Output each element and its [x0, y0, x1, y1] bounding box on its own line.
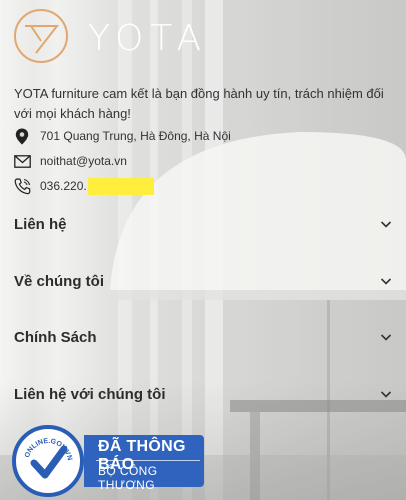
- accordion-ve-chung-toi[interactable]: Về chúng tôi: [14, 268, 392, 294]
- badge-line-2: BỘ CÔNG THƯƠNG: [98, 464, 158, 492]
- section-title: Về chúng tôi: [14, 272, 104, 290]
- location-pin-icon: [13, 127, 31, 145]
- section-title: Liên hệ với chúng tôi: [14, 385, 166, 403]
- brand-tagline: YOTA furniture cam kết là bạn đồng hành …: [14, 86, 384, 121]
- brand-logo[interactable]: YOTA: [12, 7, 209, 70]
- yota-monogram-icon: [12, 7, 70, 70]
- contact-phone[interactable]: 036.220.: [13, 177, 154, 195]
- brand-name: YOTA: [88, 17, 209, 59]
- bo-cong-thuong-badge[interactable]: ONLINE.GOV.VN ĐÃ THÔNG BÁO BỘ CÔNG THƯƠN…: [12, 425, 204, 497]
- phone-text: 036.220.: [40, 179, 87, 193]
- contact-email[interactable]: noithat@yota.vn: [13, 152, 127, 170]
- chevron-down-icon: [380, 334, 392, 341]
- chevron-down-icon: [380, 278, 392, 285]
- contact-address: 701 Quang Trung, Hà Đông, Hà Nội: [13, 127, 231, 145]
- accordion-lien-he[interactable]: Liên hệ: [14, 211, 392, 237]
- phone-icon: [13, 177, 31, 195]
- section-title: Liên hệ: [14, 215, 67, 233]
- chevron-down-icon: [380, 391, 392, 398]
- section-title: Chính Sách: [14, 328, 97, 346]
- mail-icon: [13, 152, 31, 170]
- chevron-down-icon: [380, 221, 392, 228]
- accordion-lien-he-voi-chung-toi[interactable]: Liên hệ với chúng tôi: [14, 381, 392, 407]
- email-text: noithat@yota.vn: [40, 154, 127, 168]
- checkmark-seal-icon: ONLINE.GOV.VN: [12, 425, 84, 497]
- phone-redaction: [87, 177, 154, 195]
- address-text: 701 Quang Trung, Hà Đông, Hà Nội: [40, 129, 231, 143]
- accordion-chinh-sach[interactable]: Chính Sách: [14, 324, 392, 350]
